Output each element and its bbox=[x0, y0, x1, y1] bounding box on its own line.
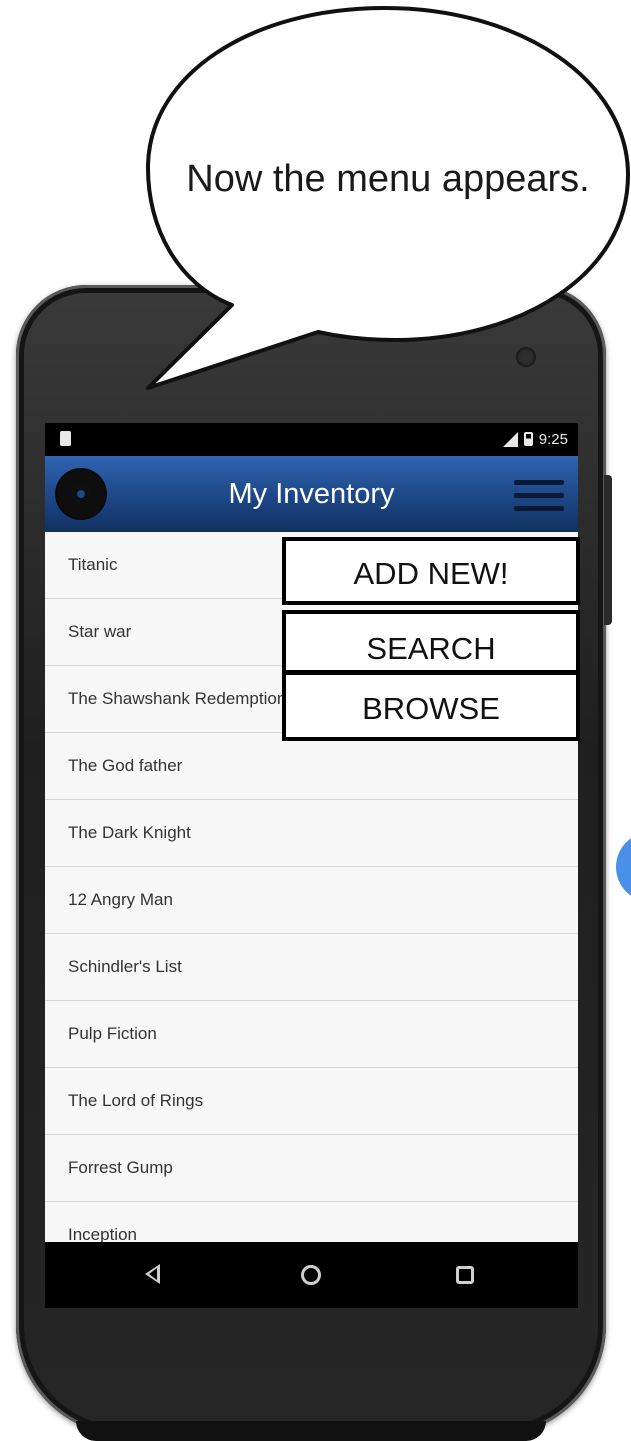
signal-icon bbox=[502, 431, 518, 447]
list-item-god-father[interactable]: The God father bbox=[45, 733, 578, 800]
app-title: My Inventory bbox=[228, 478, 395, 510]
list-item-schindlers-list[interactable]: Schindler's List bbox=[45, 934, 578, 1001]
callout-text: Now the menu appears. bbox=[186, 158, 590, 200]
browse-menu-item[interactable]: BROWSE bbox=[282, 671, 580, 741]
screenshot-stage: 9:25 My Inventory Titanic Star war The S… bbox=[0, 0, 631, 1441]
menu-bar-line bbox=[514, 506, 564, 511]
hamburger-menu-icon[interactable] bbox=[514, 478, 564, 514]
app-bar: My Inventory bbox=[45, 456, 578, 532]
list-item-12-angry-man[interactable]: 12 Angry Man bbox=[45, 867, 578, 934]
menu-bar-line bbox=[514, 480, 564, 485]
side-volume-button bbox=[604, 475, 612, 625]
recent-apps-square-icon[interactable] bbox=[456, 1266, 474, 1284]
notification-icon bbox=[60, 431, 71, 446]
home-circle-icon[interactable] bbox=[301, 1265, 321, 1285]
status-time: 9:25 bbox=[538, 430, 568, 448]
navigation-bar bbox=[45, 1242, 578, 1308]
list-item-forrest-gump[interactable]: Forrest Gump bbox=[45, 1135, 578, 1202]
battery-icon bbox=[523, 432, 533, 446]
status-bar: 9:25 bbox=[45, 423, 578, 456]
list-item-inception[interactable]: Inception bbox=[45, 1202, 578, 1242]
speech-bubble bbox=[145, 6, 630, 390]
menu-bar-line bbox=[514, 493, 564, 498]
add-new-menu-item[interactable]: ADD NEW! bbox=[282, 537, 580, 605]
phone-bottom-edge bbox=[76, 1421, 546, 1441]
list-item-dark-knight[interactable]: The Dark Knight bbox=[45, 800, 578, 867]
list-item-pulp-fiction[interactable]: Pulp Fiction bbox=[45, 1001, 578, 1068]
floating-action-button[interactable] bbox=[616, 832, 631, 902]
search-menu-item[interactable]: SEARCH bbox=[282, 610, 580, 674]
back-triangle-icon[interactable] bbox=[145, 1264, 160, 1284]
status-indicators: 9:25 bbox=[502, 429, 568, 449]
list-item-lord-of-rings[interactable]: The Lord of Rings bbox=[45, 1068, 578, 1135]
